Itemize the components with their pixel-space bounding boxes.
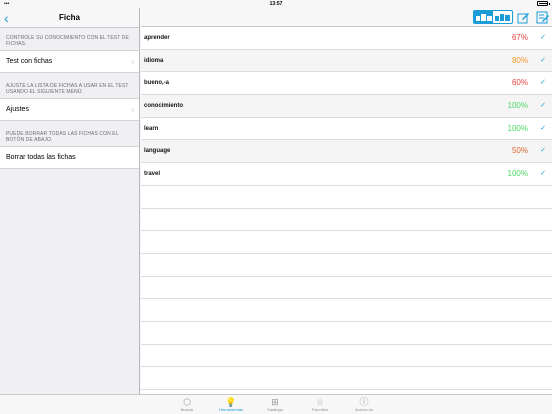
tab-label: Buscar [180,407,194,412]
checkmark-icon[interactable]: ✓ [540,95,546,117]
list-item[interactable]: language 50% ✓ [141,140,552,164]
empty-row [141,299,552,322]
empty-row [141,321,552,345]
info-icon: ⓘ [359,397,369,407]
word-score: 60% [511,78,528,88]
word-score: 100% [507,101,528,111]
tab-label: Catálogo [266,407,283,412]
empty-row [141,185,552,209]
search-icon: ⬡ [183,397,191,407]
checkmark-icon[interactable]: ✓ [540,72,546,94]
list-item[interactable]: learn 100% ✓ [141,117,552,141]
tab-herramientas[interactable]: 💡 Herramientas [209,397,253,413]
word-term: language [144,148,171,155]
empty-row [141,276,552,300]
sidebar: ‹ Ficha CONTROLE SU CONOCIMIENTO CON EL … [0,8,140,394]
list-item[interactable]: aprender 67% ✓ [141,27,552,50]
list-item[interactable]: travel 100% ✓ [141,163,552,186]
word-term: aprender [144,35,170,41]
word-score: 80% [511,55,528,65]
list-navbar [141,8,552,27]
battery-icon [537,1,550,6]
tab-acerca-de[interactable]: ⓘ Acerca de [342,397,386,413]
edit-list-icon[interactable] [535,10,549,24]
checkmark-icon[interactable]: ✓ [540,140,546,162]
lightbulb-icon: 💡 [225,397,237,407]
section-note-settings: AJUSTE LA LISTA DE FICHAS A USAR EN EL T… [6,83,129,95]
settings-cell[interactable]: Ajustes › [0,98,139,121]
view-toggle[interactable] [473,10,513,24]
word-score: 67% [511,33,528,42]
status-bar: ••• 13:57 [0,0,552,8]
star-icon: ☆ [315,397,325,407]
cell-label: Test con fichas [6,58,53,65]
test-cards-cell[interactable]: Test con fichas › [0,50,139,73]
tab-label: Favoritos [311,407,329,412]
word-score: 100% [507,123,528,133]
checkmark-icon[interactable]: ✓ [540,27,546,49]
edit-card-icon[interactable] [516,10,530,24]
tab-label: Acerca de [354,407,373,412]
sidebar-navbar: ‹ Ficha [0,8,139,28]
card-list-pane: aprender 67% ✓ idioma 80% ✓ bueno,-a 60% ✓ conoci… [141,8,552,413]
word-score: 50% [511,146,528,156]
empty-row [141,253,552,277]
word-term: travel [144,171,161,178]
checkmark-icon[interactable]: ✓ [540,50,546,72]
cell-label: Ajustes [6,106,29,113]
tab-catalogo[interactable]: ⊞ Catálogo [253,397,297,413]
checkmark-icon[interactable]: ✓ [540,163,546,185]
stack-view-icon[interactable] [493,11,512,23]
list-item[interactable]: conocimiento 100% ✓ [141,95,552,118]
catalog-icon: ⊞ [271,397,279,407]
section-note-delete: PUEDE BORRAR TODAS LAS FICHAS CON EL BOT… [6,131,119,143]
empty-row [141,208,552,232]
word-score: 100% [507,169,528,179]
tab-favoritos[interactable]: ☆ Favoritos [298,397,342,413]
list-item[interactable]: bueno,-a 60% ✓ [141,72,552,96]
word-list: aprender 67% ✓ idioma 80% ✓ bueno,-a 60% ✓ conoci… [141,27,552,413]
status-time: 13:57 [269,1,283,7]
word-term: conocimiento [144,103,184,110]
tab-label: Herramientas [218,407,243,412]
empty-row [141,231,552,254]
empty-row [141,344,552,368]
word-term: bueno,-a [144,80,169,87]
delete-all-cards-cell[interactable]: Borrar todas las fichas [0,146,139,169]
word-term: idioma [144,57,164,64]
empty-row [141,367,552,390]
chevron-right-icon: › [131,57,134,66]
sidebar-title: Ficha [59,13,80,22]
cell-label: Borrar todas las fichas [6,154,76,161]
word-term: learn [144,125,159,132]
tab-bar: ⬡ Buscar 💡 Herramientas ⊞ Catálogo ☆ Fav… [0,394,552,414]
cards-view-icon[interactable] [474,11,494,23]
section-note-test: CONTROLE SU CONOCIMIENTO CON EL TEST DE … [6,35,129,47]
chevron-right-icon: › [131,105,134,114]
tab-buscar[interactable]: ⬡ Buscar [165,397,209,413]
list-item[interactable]: idioma 80% ✓ [141,49,552,73]
checkmark-icon[interactable]: ✓ [540,118,546,140]
